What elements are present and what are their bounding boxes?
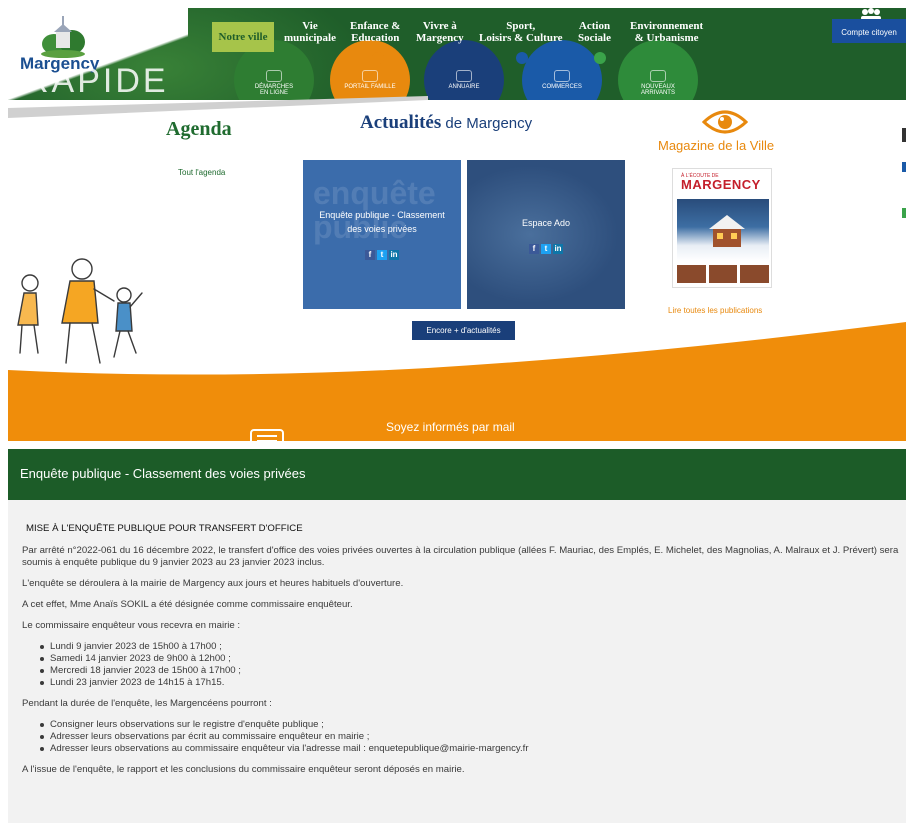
nav-sport-label-1: Sport, [506, 20, 536, 32]
news-card-title-1: Enquête publique - Classement [319, 210, 445, 220]
list-item: Mercredi 18 janvier 2023 de 15h00 à 17h0… [38, 665, 902, 677]
linkedin-icon[interactable]: in [553, 244, 563, 254]
decor-dot-orange [372, 52, 384, 64]
nav-env-label-2: & Urbanisme [634, 32, 699, 44]
magazine-all-link[interactable]: Lire toutes les publications [668, 306, 762, 315]
news-card-title-2: des voies privées [347, 224, 417, 234]
magazine-cover[interactable]: À L'ÉCOUTE DE MARGENCY [672, 168, 772, 288]
nav-vivre-label-1: Vivre à [422, 20, 457, 32]
news-card-share: f t in [303, 242, 461, 261]
magazine-cover-name: MARGENCY [681, 177, 761, 192]
citizen-actions-list: Consigner leurs observations sur le regi… [38, 719, 902, 755]
article-paragraph: L'enquête se déroulera à la mairie de Ma… [22, 578, 404, 589]
quick-link-annuaire[interactable]: ANNUAIRE [424, 40, 504, 100]
quick-link-commerces-label: COMMERCES [542, 84, 582, 90]
nav-sport-loisirs[interactable]: Sport, Loisirs & Culture [479, 20, 563, 44]
newsletter-link[interactable]: Soyez informés par mail [386, 420, 515, 434]
nav-enfance-label-1: Enfance & [350, 20, 401, 32]
nav-vivre-margency[interactable]: Vivre à Margency [416, 20, 464, 44]
news-card-title: Enquête publique - Classement des voies … [303, 208, 461, 236]
header-banner: DÉMARCHES EN LIGNE PORTAIL FAMILLE ANNUA… [8, 8, 906, 100]
nav-vie-municipale[interactable]: Vie municipale [284, 20, 336, 44]
article-paragraph: Par arrêté n°2022-061 du 16 décembre 202… [22, 545, 899, 568]
magazine-title: Magazine de la Ville [658, 138, 775, 153]
quick-link-nouveaux-label-2: ARRIVANTS [641, 90, 675, 96]
linkedin-icon[interactable]: in [389, 250, 399, 260]
rapide-label: RAPIDE [24, 62, 169, 100]
right-edge-decor [902, 128, 906, 218]
book-icon [456, 70, 472, 82]
list-item: Samedi 14 janvier 2023 de 9h00 à 12h00 ; [38, 653, 902, 665]
nav-enfance-education[interactable]: Enfance & Education [350, 20, 400, 44]
nav-enfance-label-2: Education [351, 32, 400, 44]
twitter-icon[interactable]: t [541, 244, 551, 254]
house-icon [709, 215, 745, 247]
quick-link-nouveaux-arrivants[interactable]: NOUVEAUX ARRIVANTS [618, 40, 698, 100]
shop-icon [554, 70, 570, 82]
article-paragraph: Le commissaire enquêteur vous recevra en… [22, 620, 241, 631]
nav-vie-label-2: municipale [284, 32, 336, 44]
news-card-share: f t in [467, 236, 625, 255]
nav-environnement[interactable]: Environnement & Urbanisme [630, 20, 703, 44]
nav-sport-label-2: Loisirs & Culture [479, 32, 563, 44]
facebook-icon[interactable]: f [529, 244, 539, 254]
article-header-title: Enquête publique - Classement des voies … [20, 466, 306, 481]
nav-vivre-label-2: Margency [416, 32, 464, 44]
family-illustration-icon [17, 258, 143, 364]
news-card-espace-ado[interactable]: Espace Ado f t in [467, 160, 625, 309]
actualites-title: Actualités de Margency [360, 112, 532, 134]
quick-link-portail-label: PORTAIL FAMILLE [344, 84, 396, 90]
article-screenshot: Enquête publique - Classement des voies … [8, 449, 906, 823]
nav-notre-ville[interactable]: Notre ville [212, 22, 274, 52]
news-card-enquete[interactable]: enquête public Enquête publique - Classe… [303, 160, 461, 309]
list-item: Consigner leurs observations sur le regi… [38, 719, 902, 731]
news-card-title: Espace Ado [521, 218, 571, 228]
more-news-button[interactable]: Encore + d'actualités [412, 321, 515, 340]
list-item: Lundi 9 janvier 2023 de 15h00 à 17h00 ; [38, 641, 902, 653]
article-paragraph: A l'issue de l'enquête, le rapport et le… [22, 764, 465, 775]
decor-dot-blue [516, 52, 528, 64]
nav-action-sociale[interactable]: Action Sociale [578, 20, 611, 44]
welcome-icon [650, 70, 666, 82]
nav-vie-label-1: Vie [302, 20, 318, 32]
agenda-title: Agenda [166, 118, 232, 140]
twitter-icon[interactable]: t [377, 250, 387, 260]
page-root: DÉMARCHES EN LIGNE PORTAIL FAMILLE ANNUA… [0, 0, 906, 823]
list-item: Lundi 23 janvier 2023 de 14h15 à 17h15. [38, 677, 902, 689]
nav-action-label-2: Sociale [578, 32, 611, 44]
facebook-icon[interactable]: f [365, 250, 375, 260]
nav-action-label-1: Action [578, 20, 611, 32]
article-body: MISE À L'ENQUÊTE PUBLIQUE POUR TRANSFERT… [22, 523, 902, 785]
article-header: Enquête publique - Classement des voies … [8, 449, 906, 500]
quick-link-commerces[interactable]: COMMERCES [522, 40, 602, 100]
nav-env-label-1: Environnement [630, 20, 704, 32]
actualites-title-rest: de Margency [441, 115, 533, 132]
eye-icon [702, 110, 748, 134]
agenda-all-link[interactable]: Tout l'agenda [178, 168, 225, 177]
newsletter-icon [250, 429, 284, 441]
decor-dot-green [594, 52, 606, 64]
laptop-icon [266, 70, 282, 82]
article-heading: MISE À L'ENQUÊTE PUBLIQUE POUR TRANSFERT… [26, 523, 303, 534]
article-paragraph: Pendant la durée de l'enquête, les Marge… [22, 698, 272, 709]
article-paragraph: A cet effet, Mme Anaïs SOKIL a été désig… [22, 599, 353, 610]
news-card-photo [467, 160, 625, 309]
town-logo-icon [41, 16, 85, 58]
compte-citoyen-button[interactable]: Compte citoyen [832, 19, 906, 43]
actualites-title-bold: Actualités [360, 112, 442, 133]
homepage-screenshot: DÉMARCHES EN LIGNE PORTAIL FAMILLE ANNUA… [8, 8, 906, 441]
news-card-bg-text-1: enquête [313, 175, 436, 211]
magazine-cover-thumbs [677, 265, 770, 283]
list-item: Adresser leurs observations par écrit au… [38, 731, 902, 743]
quick-link-annuaire-label: ANNUAIRE [448, 84, 480, 90]
list-item: Adresser leurs observations au commissai… [38, 743, 902, 755]
family-icon [362, 70, 378, 82]
reception-dates-list: Lundi 9 janvier 2023 de 15h00 à 17h00 ; … [38, 641, 902, 689]
